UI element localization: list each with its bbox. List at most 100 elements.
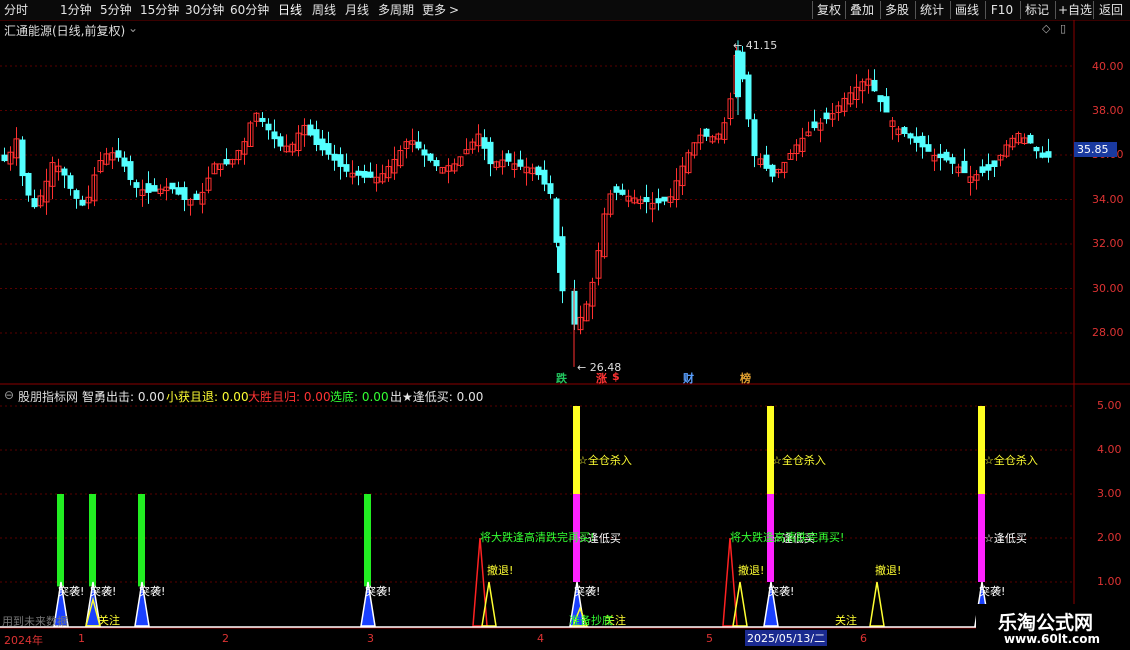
indicator-tick: 4.00 <box>1097 443 1122 456</box>
candle-body <box>133 182 140 188</box>
candle-body <box>985 164 992 171</box>
candle-body <box>73 190 80 199</box>
candle-body <box>901 127 908 134</box>
candle-body <box>763 154 770 169</box>
candle-body <box>871 79 878 92</box>
candle-body <box>937 153 944 159</box>
signal-bar <box>573 406 580 494</box>
candle-body <box>811 121 818 129</box>
candle-body <box>1039 152 1046 158</box>
big-drop-warning-label: 将大跌逢高清跌完再买! <box>730 531 845 544</box>
candle-body <box>415 141 422 149</box>
candle-body <box>661 196 668 202</box>
candle-body <box>655 198 662 204</box>
candle-body <box>175 187 182 195</box>
time-label: 4 <box>537 632 544 645</box>
candle-body <box>557 246 563 273</box>
candle-body <box>703 128 710 137</box>
candle-body <box>151 185 158 192</box>
candle-body <box>331 153 338 161</box>
candle-body <box>367 171 374 178</box>
time-label: 2 <box>222 632 229 645</box>
candle-body <box>619 189 626 195</box>
signal-bar <box>89 494 96 587</box>
event-tag-drop[interactable]: 跌 <box>556 370 567 386</box>
candle-body <box>259 117 266 122</box>
candle-body <box>277 136 284 147</box>
candle-body <box>319 138 326 151</box>
signal-bar <box>57 494 64 587</box>
attack-label: 突袭! <box>979 585 1006 598</box>
watermark-title: 乐淘公式网 <box>998 612 1094 634</box>
candle-body <box>517 159 524 167</box>
dip-buy-label: ☆逢低买 <box>984 532 1027 545</box>
candle-body <box>271 131 278 140</box>
event-tag-rise[interactable]: 涨 <box>596 370 607 386</box>
candle-body <box>487 141 494 165</box>
retreat-label: 撤退! <box>738 564 765 577</box>
indicator-menu-icon[interactable]: ⊖ <box>4 388 14 402</box>
candle-body <box>541 169 548 185</box>
event-tag-dollar[interactable]: $ <box>612 370 620 383</box>
candle-body <box>337 154 344 167</box>
buy-all-label: ☆全仓杀入 <box>578 454 632 467</box>
candle-body <box>25 172 32 196</box>
candle-body <box>193 193 200 201</box>
kline-chart <box>0 20 1130 629</box>
legend-small-gain: 小获且退: 0.00 <box>166 390 249 404</box>
legend-select-bottom: 选底: 0.00 <box>330 390 389 404</box>
signal-triangle <box>869 581 885 627</box>
candle-body <box>145 183 152 193</box>
time-label: 6 <box>860 632 867 645</box>
panel-toggle-icon[interactable]: ▯ <box>1060 22 1066 35</box>
candle-body <box>343 164 350 172</box>
candle-body <box>1 154 8 162</box>
candle-body <box>535 166 542 176</box>
buy-all-label: ☆全仓杀入 <box>984 454 1038 467</box>
big-drop-warning-label: 将大跌逢高清跌完再买! <box>480 531 595 544</box>
watch-label: 关注 <box>835 614 857 627</box>
current-price-badge: 35.85 <box>1074 142 1117 157</box>
candle-body <box>181 187 188 201</box>
attack-label: 突袭! <box>58 585 85 598</box>
event-tag-rank[interactable]: 榜 <box>740 370 751 386</box>
candle-body <box>1045 151 1052 158</box>
candle-body <box>505 153 512 162</box>
time-label: 5 <box>706 632 713 645</box>
price-tick: 28.00 <box>1092 326 1124 339</box>
candle-body <box>949 157 956 164</box>
candle-body <box>877 95 884 103</box>
signal-bar <box>138 494 145 587</box>
candle-body <box>925 144 932 152</box>
candle-body <box>223 158 230 165</box>
candle-body <box>127 161 134 180</box>
candle-body <box>61 168 68 176</box>
candle-body <box>979 166 986 173</box>
candle-body <box>1033 146 1040 152</box>
time-label: 2024年 <box>4 634 43 647</box>
price-tick: 38.00 <box>1092 104 1124 117</box>
legend-attack: 智勇出击: 0.00 <box>82 390 165 404</box>
diamond-icon[interactable]: ◇ <box>1042 22 1050 35</box>
candle-body <box>547 183 554 194</box>
candle-body <box>433 160 440 167</box>
candle-body <box>19 139 26 177</box>
candle-body <box>67 175 74 189</box>
candle-body <box>943 151 950 161</box>
candle-body <box>769 164 776 177</box>
indicator-tick: 2.00 <box>1097 531 1122 544</box>
price-tick: 34.00 <box>1092 193 1124 206</box>
candle-body <box>169 182 176 190</box>
signal-bar <box>364 494 371 587</box>
indicator-name[interactable]: 股朋指标网 <box>18 388 78 405</box>
watch-label: 关注 <box>98 614 120 627</box>
event-tag-finance[interactable]: 财 <box>683 370 694 386</box>
candle-body <box>745 74 752 120</box>
candle-body <box>913 136 920 143</box>
attack-label: 突袭! <box>768 585 795 598</box>
candle-body <box>613 186 620 193</box>
candle-body <box>31 198 38 208</box>
chevron-down-icon[interactable]: ⌄ <box>128 21 138 35</box>
candle-body <box>79 199 86 206</box>
candle-body <box>421 149 428 156</box>
